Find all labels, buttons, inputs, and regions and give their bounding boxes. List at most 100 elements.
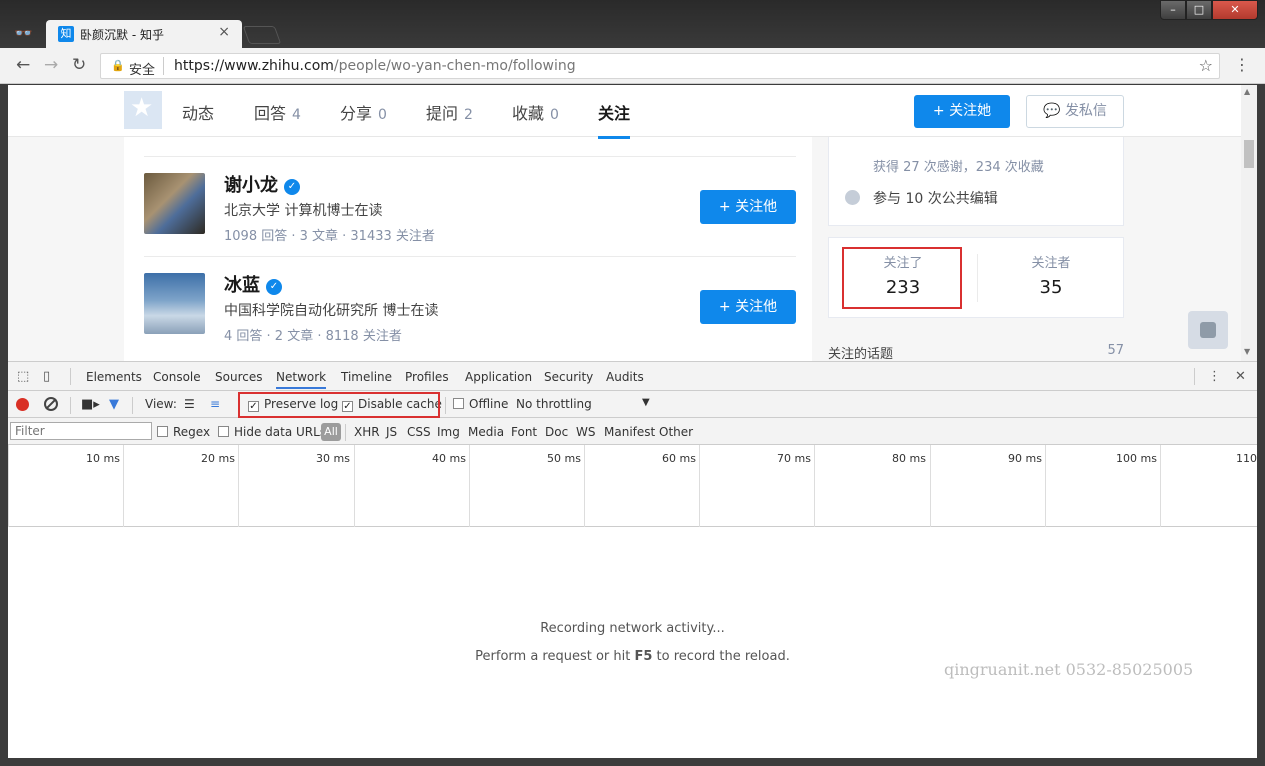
- filter-js[interactable]: JS: [386, 425, 397, 439]
- followers-count[interactable]: 关注者 35: [977, 252, 1125, 298]
- page-scrollbar[interactable]: ▲ ▼: [1241, 85, 1257, 361]
- browser-titlebar: 👓 知 卧颜沉默 - 知乎 × – □ ✕: [0, 0, 1265, 48]
- avatar[interactable]: [144, 273, 205, 334]
- inspect-element-icon[interactable]: ⬚: [17, 369, 29, 384]
- tab-activity[interactable]: 动态: [182, 100, 214, 124]
- back-arrow-icon[interactable]: ←: [16, 55, 30, 75]
- address-bar[interactable]: 🔒 安全 https://www.zhihu.com/people/wo-yan…: [100, 53, 1220, 79]
- tab-count: 4: [292, 107, 301, 123]
- tab-timeline[interactable]: Timeline: [341, 370, 392, 384]
- tab-following[interactable]: 关注: [598, 100, 631, 139]
- user-name[interactable]: 冰蓝 ✓: [224, 271, 282, 297]
- tab-answers[interactable]: 回答 4: [254, 100, 301, 124]
- screenshot-camera-icon[interactable]: ■▸: [81, 397, 100, 412]
- device-toolbar-icon[interactable]: ▯: [43, 369, 50, 384]
- profile-avatar[interactable]: ★: [124, 91, 162, 129]
- user-name-text: 谢小龙: [224, 175, 278, 196]
- chevron-down-icon[interactable]: ▼: [642, 397, 650, 408]
- filter-input[interactable]: [10, 422, 152, 440]
- hide-data-urls-checkbox[interactable]: Hide data URLs: [218, 425, 326, 439]
- bookmark-star-icon[interactable]: ☆: [1199, 56, 1213, 75]
- topics-label: 关注的话题: [828, 347, 894, 361]
- window-minimize-button[interactable]: –: [1160, 0, 1186, 20]
- record-icon[interactable]: [16, 398, 29, 411]
- filter-media[interactable]: Media: [468, 425, 504, 439]
- side-action-button[interactable]: [1188, 311, 1228, 349]
- follow-him-button[interactable]: + 关注他: [700, 190, 796, 224]
- avatar[interactable]: [144, 173, 205, 234]
- chat-bubble-icon: 💬: [1043, 103, 1065, 119]
- window-maximize-button[interactable]: □: [1186, 0, 1212, 20]
- tab-console[interactable]: Console: [153, 370, 201, 384]
- tab-shares[interactable]: 分享 0: [340, 100, 387, 124]
- overview-icon[interactable]: ≡: [210, 397, 220, 411]
- timeline-tick: 70 ms: [699, 445, 814, 527]
- user-name[interactable]: 谢小龙 ✓: [224, 171, 300, 197]
- clear-icon[interactable]: [44, 397, 58, 411]
- regex-label: Regex: [173, 425, 211, 439]
- follow-him-button[interactable]: + 关注他: [700, 290, 796, 324]
- filter-other[interactable]: Other: [659, 425, 693, 439]
- offline-checkbox[interactable]: Offline: [453, 397, 508, 411]
- zhihu-profile-nav: ★ 动态 回答 4 分享 0 提问 2 收藏 0 关注 + 关注她 💬 发私信: [8, 85, 1241, 139]
- tab-audits[interactable]: Audits: [606, 370, 644, 384]
- window-bottom-frame: [0, 758, 1265, 766]
- timeline-tick: 110: [1160, 445, 1257, 527]
- filter-all-button[interactable]: All: [321, 423, 341, 441]
- followers-value: 35: [1039, 277, 1063, 298]
- reload-icon[interactable]: ↻: [72, 55, 86, 75]
- devtools-menu-icon[interactable]: ⋮: [1208, 369, 1221, 384]
- scroll-down-icon[interactable]: ▼: [1244, 347, 1250, 356]
- window-close-button[interactable]: ✕: [1212, 0, 1258, 20]
- browser-tab[interactable]: 知 卧颜沉默 - 知乎 ×: [46, 20, 242, 48]
- large-rows-icon[interactable]: ☰: [184, 397, 195, 411]
- filter-manifest[interactable]: Manifest: [604, 425, 655, 439]
- timeline-tick: 60 ms: [584, 445, 699, 527]
- tab-sources[interactable]: Sources: [215, 370, 262, 384]
- tab-elements[interactable]: Elements: [86, 370, 142, 384]
- tick-label: 20 ms: [201, 452, 235, 465]
- filter-doc[interactable]: Doc: [545, 425, 568, 439]
- tab-label: 分享: [340, 104, 373, 123]
- timeline-tick: 20 ms: [123, 445, 238, 527]
- tab-close-icon[interactable]: ×: [218, 24, 230, 40]
- regex-checkbox[interactable]: Regex: [157, 425, 210, 439]
- list-item: 冰蓝 ✓ 中国科学院自动化研究所 博士在读 4 回答 · 2 文章 · 8118 …: [144, 256, 796, 356]
- filter-ws[interactable]: WS: [576, 425, 595, 439]
- forward-arrow-icon[interactable]: →: [44, 55, 58, 75]
- timeline-tick: 50 ms: [469, 445, 584, 527]
- address-separator: [163, 57, 164, 75]
- filter-img[interactable]: Img: [437, 425, 460, 439]
- tab-count: 0: [378, 107, 387, 123]
- tab-questions[interactable]: 提问 2: [426, 100, 473, 124]
- checkbox-unchecked-icon: [453, 398, 464, 409]
- send-message-button[interactable]: 💬 发私信: [1026, 95, 1124, 128]
- filter-funnel-icon[interactable]: ▼: [109, 397, 119, 412]
- tick-label: 90 ms: [1008, 452, 1042, 465]
- throttling-select[interactable]: No throttling: [516, 397, 592, 411]
- user-headline: 北京大学 计算机博士在读: [224, 203, 383, 219]
- filter-xhr[interactable]: XHR: [354, 425, 380, 439]
- filter-css[interactable]: CSS: [407, 425, 431, 439]
- tab-application[interactable]: Application: [465, 370, 532, 384]
- tab-profiles[interactable]: Profiles: [405, 370, 449, 384]
- filter-font[interactable]: Font: [511, 425, 537, 439]
- edit-icon: [845, 190, 860, 205]
- tab-collections[interactable]: 收藏 0: [512, 100, 559, 124]
- scroll-up-icon[interactable]: ▲: [1244, 87, 1250, 96]
- devtools-close-icon[interactable]: ✕: [1235, 369, 1246, 384]
- timeline-tick: 10 ms: [8, 445, 123, 527]
- followed-topics-row[interactable]: 关注的话题 57: [828, 343, 1124, 361]
- new-tab-button[interactable]: [242, 26, 282, 44]
- scrollbar-thumb[interactable]: [1244, 140, 1254, 168]
- view-label: View:: [145, 397, 177, 411]
- security-label: 安全: [129, 63, 156, 78]
- toolbar-divider: [1194, 368, 1195, 385]
- toolbar-divider: [70, 397, 71, 414]
- chrome-menu-icon[interactable]: ⋮: [1234, 55, 1250, 74]
- send-message-label: 发私信: [1064, 103, 1107, 119]
- tab-network[interactable]: Network: [276, 370, 327, 389]
- tab-security[interactable]: Security: [544, 370, 593, 384]
- follow-her-button[interactable]: + 关注她: [914, 95, 1010, 128]
- network-overview-timeline[interactable]: 10 ms 20 ms 30 ms 40 ms 50 ms 60 ms 70 m…: [8, 445, 1257, 527]
